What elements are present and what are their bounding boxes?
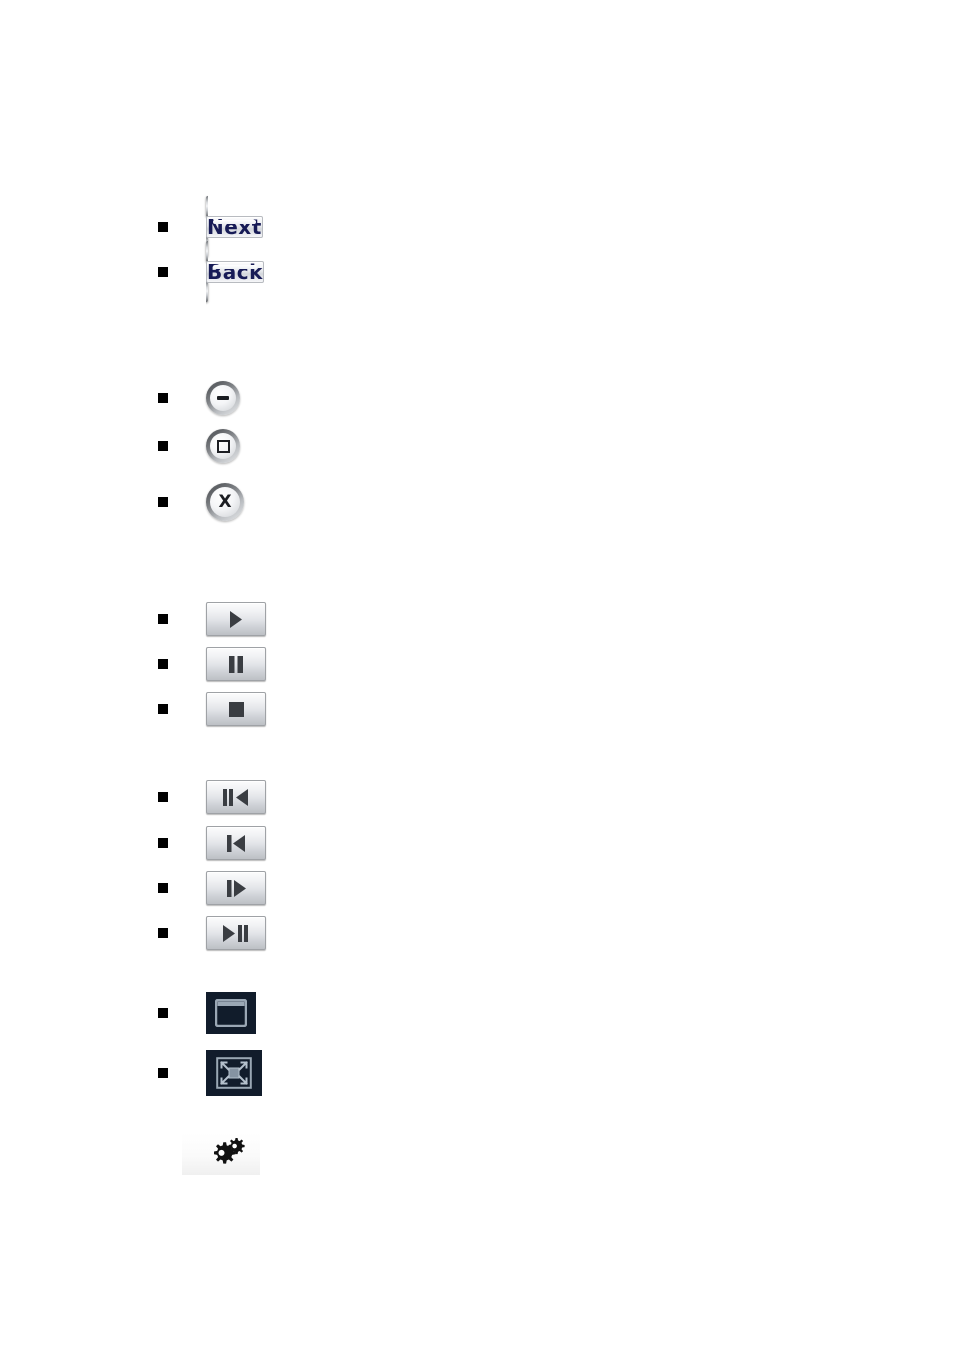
minimize-button-face	[210, 385, 236, 411]
square-bullet-icon	[158, 393, 168, 403]
list-bullet-cell	[158, 497, 206, 507]
square-bullet-icon	[158, 441, 168, 451]
pause-button[interactable]	[206, 647, 266, 681]
list-bullet-cell	[158, 1068, 206, 1078]
list-bullet-cell	[158, 704, 206, 714]
fullscreen-mode-button[interactable]	[206, 1050, 262, 1096]
square-bullet-icon	[158, 614, 168, 624]
square-bullet-icon	[158, 704, 168, 714]
play-icon	[229, 610, 243, 628]
list-bullet-cell	[158, 393, 206, 403]
stop-button[interactable]	[206, 692, 266, 726]
list-item-skip-to-start-button[interactable]	[158, 826, 266, 860]
maximize-restore-button[interactable]	[206, 429, 240, 463]
list-item-stop-button[interactable]	[158, 692, 266, 726]
back-button-face: Back	[206, 261, 264, 283]
back-button-frame: Back	[206, 241, 264, 302]
list-bullet-cell	[158, 883, 206, 893]
list-item-pause-button[interactable]	[158, 647, 266, 681]
pause-skip-backward-icon	[223, 788, 249, 806]
close-x-icon: X	[218, 491, 232, 512]
skip-to-end-button[interactable]	[206, 871, 266, 905]
list-item-minimize-button[interactable]	[158, 381, 240, 415]
skip-forward-icon	[226, 879, 246, 897]
list-item-fullscreen-mode-button[interactable]	[158, 1050, 262, 1096]
list-bullet-cell	[158, 614, 206, 624]
next-button-face: Next	[206, 216, 263, 238]
square-bullet-icon	[158, 883, 168, 893]
list-item-skip-to-end-button[interactable]	[158, 871, 266, 905]
play-pause-icon	[223, 924, 249, 942]
list-bullet-cell	[158, 1008, 206, 1018]
window-screen-icon	[215, 999, 247, 1027]
back-button[interactable]: Back	[206, 241, 264, 302]
list-item-windowed-mode-button[interactable]	[158, 992, 256, 1034]
list-item-step-forward-button[interactable]	[158, 916, 266, 950]
square-bullet-icon	[158, 659, 168, 669]
document-page: Next Back X	[0, 0, 954, 1350]
list-item-close-button[interactable]: X	[158, 483, 244, 521]
list-bullet-cell	[158, 222, 206, 232]
square-bullet-icon	[158, 497, 168, 507]
play-button[interactable]	[206, 602, 266, 636]
minimize-button[interactable]	[206, 381, 240, 415]
pause-icon	[228, 655, 244, 673]
step-backward-button[interactable]	[206, 780, 266, 814]
list-bullet-cell	[158, 441, 206, 451]
list-bullet-cell	[158, 659, 206, 669]
list-item-step-backward-button[interactable]	[158, 780, 266, 814]
settings-button[interactable]	[182, 1133, 260, 1175]
square-bullet-icon	[158, 222, 168, 232]
list-item-settings-button[interactable]	[182, 1133, 260, 1175]
list-bullet-cell	[158, 267, 206, 277]
list-bullet-cell	[158, 792, 206, 802]
square-bullet-icon	[158, 928, 168, 938]
fullscreen-expand-icon	[216, 1057, 252, 1089]
skip-backward-icon	[226, 834, 246, 852]
square-bullet-icon	[158, 1068, 168, 1078]
skip-to-start-button[interactable]	[206, 826, 266, 860]
stop-icon	[228, 701, 244, 717]
gears-icon	[195, 1137, 247, 1171]
square-bullet-icon	[158, 267, 168, 277]
step-forward-button[interactable]	[206, 916, 266, 950]
list-item-maximize-restore-button[interactable]	[158, 429, 240, 463]
close-button-face: X	[210, 487, 240, 517]
square-bullet-icon	[158, 1008, 168, 1018]
list-item-back-button[interactable]: Back	[158, 241, 264, 302]
square-bullet-icon	[158, 838, 168, 848]
list-bullet-cell	[158, 838, 206, 848]
close-button[interactable]: X	[206, 483, 244, 521]
next-button-label: Next	[207, 215, 262, 239]
restore-window-icon	[216, 439, 230, 453]
minimize-icon	[217, 396, 229, 400]
back-button-label: Back	[207, 260, 263, 284]
windowed-mode-button[interactable]	[206, 992, 256, 1034]
list-bullet-cell	[158, 928, 206, 938]
maximize-restore-button-face	[210, 433, 236, 459]
square-bullet-icon	[158, 792, 168, 802]
list-item-play-button[interactable]	[158, 602, 266, 636]
